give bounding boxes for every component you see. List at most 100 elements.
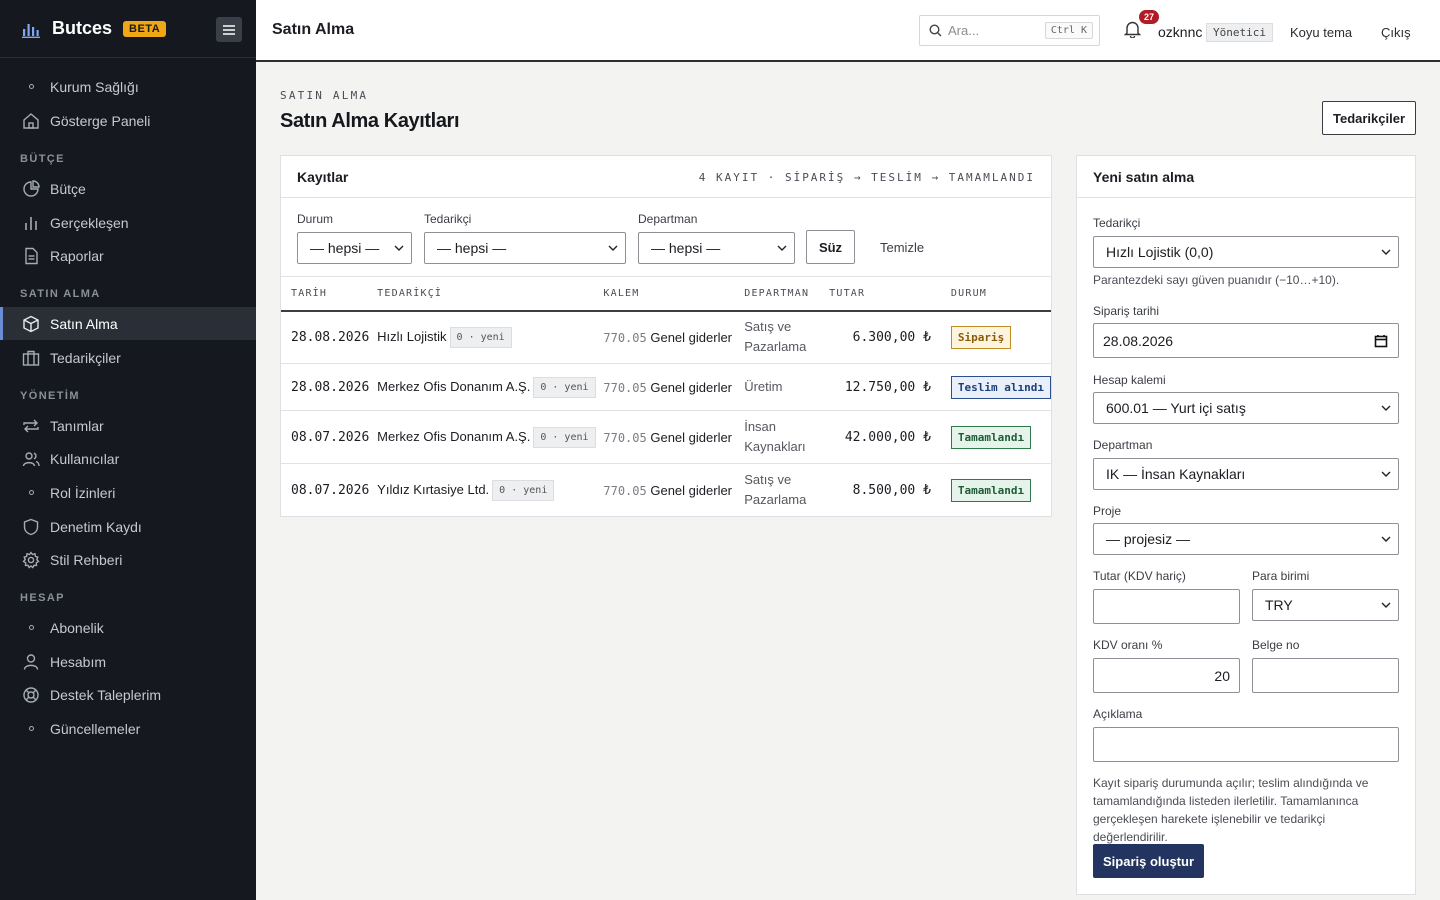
calendar-icon[interactable] bbox=[1374, 334, 1388, 348]
sidebar-item-health[interactable]: Kurum Sağlığı bbox=[0, 70, 256, 103]
supplier-filter-select[interactable]: — hepsi — bbox=[424, 232, 626, 264]
row-status-cell: Tamamlandı bbox=[930, 410, 1051, 464]
sidebar-item-definitions[interactable]: Tanımlar bbox=[0, 409, 256, 442]
vat-input[interactable]: 20 bbox=[1093, 658, 1240, 693]
chevron-down-icon bbox=[394, 245, 404, 251]
sidebar-item-purchasing[interactable]: Satın Alma bbox=[0, 307, 256, 340]
sidebar-item-audit-log[interactable]: Denetim Kaydı bbox=[0, 510, 256, 543]
dept-filter-select[interactable]: — hepsi — bbox=[638, 232, 795, 264]
order-date-value: 28.08.2026 bbox=[1103, 332, 1174, 349]
sidebar-item-support[interactable]: Destek Taleplerim bbox=[0, 678, 256, 711]
sidebar-item-dashboard[interactable]: Gösterge Paneli bbox=[0, 104, 256, 137]
row-account-code: 770.05 bbox=[603, 330, 647, 345]
records-card: Kayıtlar 4 KAYIT · SİPARİŞ → TESLİM → TA… bbox=[280, 155, 1052, 517]
repeat-icon bbox=[22, 417, 40, 435]
shield-icon bbox=[22, 518, 40, 536]
bell-icon[interactable] bbox=[1124, 20, 1141, 38]
sidebar-item-updates[interactable]: Güncellemeler bbox=[0, 712, 256, 745]
description-label: Açıklama bbox=[1093, 707, 1143, 721]
brand-name: Butces bbox=[52, 18, 113, 38]
table-row[interactable]: 08.07.2026 Merkez Ofis Donanım A.Ş. 0 · y… bbox=[281, 410, 1051, 464]
sidebar-item-style-guide[interactable]: Stil Rehberi bbox=[0, 543, 256, 576]
supplier-label: Tedarikçi bbox=[1093, 216, 1141, 230]
row-account-code: 770.05 bbox=[603, 483, 647, 498]
search-box[interactable]: Ctrl K bbox=[919, 15, 1100, 46]
chevron-down-icon bbox=[1381, 249, 1391, 255]
row-supplier-cell: Merkez Ofis Donanım A.Ş. 0 · yeni bbox=[377, 410, 604, 464]
amount-input[interactable] bbox=[1093, 589, 1240, 624]
page-title: Satın Alma Kayıtları bbox=[280, 110, 460, 132]
sidebar-item-reports[interactable]: Raporlar bbox=[0, 239, 256, 272]
status-badge[interactable]: Teslim alındı bbox=[950, 375, 1051, 399]
status-filter-select[interactable]: — hepsi — bbox=[297, 232, 412, 264]
row-supplier-cell: Merkez Ofis Donanım A.Ş. 0 · yeni bbox=[377, 363, 604, 411]
row-status-cell: Tamamlandı bbox=[930, 463, 1051, 516]
package-icon bbox=[22, 315, 40, 333]
supplier-select[interactable]: Hızlı Lojistik (0,0) bbox=[1093, 236, 1399, 268]
header-title: Satın Alma bbox=[272, 21, 355, 38]
row-dept-line1: Satış ve bbox=[744, 472, 792, 487]
dept-filter-value: — hepsi — bbox=[651, 240, 721, 256]
document-no-input[interactable] bbox=[1252, 658, 1399, 693]
hamburger-icon bbox=[223, 24, 235, 35]
status-badge[interactable]: Sipariş bbox=[950, 325, 1012, 349]
currency-select[interactable]: TRY bbox=[1252, 589, 1399, 621]
table-row[interactable]: 28.08.2026 Merkez Ofis Donanım A.Ş. 0 · y… bbox=[281, 363, 1051, 411]
search-input[interactable] bbox=[948, 23, 1048, 38]
column-header-amount: TUTAR bbox=[829, 276, 931, 312]
apply-filter-button[interactable]: Süz bbox=[806, 230, 855, 264]
document-icon bbox=[22, 247, 40, 265]
sidebar-item-actuals[interactable]: Gerçekleşen bbox=[0, 206, 256, 239]
chevron-down-icon bbox=[777, 245, 787, 251]
status-badge[interactable]: Tamamlandı bbox=[950, 478, 1032, 502]
supplier-score-chip: 0 · yeni bbox=[449, 326, 512, 348]
supplier-score-chip: 0 · yeni bbox=[533, 376, 596, 398]
lifebuoy-icon bbox=[22, 686, 40, 704]
row-department: Satış ve Pazarlama bbox=[744, 310, 830, 364]
brand: Butces BETA bbox=[0, 0, 256, 58]
row-account-code: 770.05 bbox=[603, 380, 647, 395]
row-item-cell: 770.05 Genel giderler bbox=[603, 410, 745, 464]
sidebar-item-suppliers[interactable]: Tedarikçiler bbox=[0, 341, 256, 374]
row-item-cell: 770.05 Genel giderler bbox=[603, 310, 745, 364]
row-dept-line1: İnsan bbox=[744, 419, 777, 434]
sidebar-item-label: Kullanıcılar bbox=[50, 450, 120, 467]
supplier-filter-value: — hepsi — bbox=[437, 240, 507, 256]
sidebar-item-role-permissions[interactable]: Rol İzinleri bbox=[0, 476, 256, 509]
form-note-line1: Kayıt sipariş durumunda açılır; teslim a… bbox=[1093, 776, 1369, 790]
create-order-button[interactable]: Sipariş oluştur bbox=[1093, 844, 1204, 878]
supplier-score-chip: 0 · yeni bbox=[533, 426, 596, 448]
sidebar-item-subscription[interactable]: Abonelik bbox=[0, 611, 256, 644]
sidebar-item-label: Stil Rehberi bbox=[50, 551, 123, 568]
menu-toggle-button[interactable] bbox=[216, 17, 242, 42]
chevron-down-icon bbox=[1381, 405, 1391, 411]
row-supplier: Merkez Ofis Donanım A.Ş. bbox=[377, 378, 531, 394]
order-date-input[interactable]: 28.08.2026 bbox=[1093, 323, 1399, 358]
description-input[interactable] bbox=[1093, 727, 1399, 762]
order-date-label: Sipariş tarihi bbox=[1093, 304, 1160, 318]
chevron-down-icon bbox=[1381, 536, 1391, 542]
account-select[interactable]: 600.01 — Yurt içi satış bbox=[1093, 392, 1399, 424]
theme-toggle-link[interactable]: Koyu tema bbox=[1290, 25, 1352, 40]
table-row[interactable]: 28.08.2026 Hızlı Lojistik 0 · yeni 770.05… bbox=[281, 310, 1051, 364]
row-item: Genel giderler bbox=[650, 329, 733, 345]
status-badge[interactable]: Tamamlandı bbox=[950, 425, 1032, 449]
row-supplier: Hızlı Lojistik bbox=[377, 328, 447, 344]
sidebar-item-label: Abonelik bbox=[50, 619, 104, 636]
sidebar-item-budget[interactable]: Bütçe bbox=[0, 172, 256, 205]
row-item: Genel giderler bbox=[650, 482, 733, 498]
clear-filter-button[interactable]: Temizle bbox=[880, 240, 924, 255]
row-dept-line1: Satış ve bbox=[744, 319, 792, 335]
suppliers-button[interactable]: Tedarikçiler bbox=[1322, 101, 1416, 135]
sidebar-item-my-account[interactable]: Hesabım bbox=[0, 645, 256, 678]
form-note-line2: tamamlandığında listeden ilerletilir. Ta… bbox=[1093, 794, 1359, 808]
sidebar-item-users[interactable]: Kullanıcılar bbox=[0, 442, 256, 475]
table-row[interactable]: 08.07.2026 Yıldız Kırtasiye Ltd. 0 · yeni… bbox=[281, 463, 1051, 516]
section-purchasing: SATIN ALMA bbox=[20, 288, 101, 300]
row-amount: 6.300,00 ₺ bbox=[829, 310, 931, 364]
account-label: Hesap kalemi bbox=[1093, 373, 1166, 387]
project-select[interactable]: — projesiz — bbox=[1093, 523, 1399, 555]
department-select[interactable]: IK — İnsan Kaynakları bbox=[1093, 458, 1399, 490]
logout-link[interactable]: Çıkış bbox=[1381, 25, 1411, 40]
row-item: Genel giderler bbox=[650, 429, 733, 445]
